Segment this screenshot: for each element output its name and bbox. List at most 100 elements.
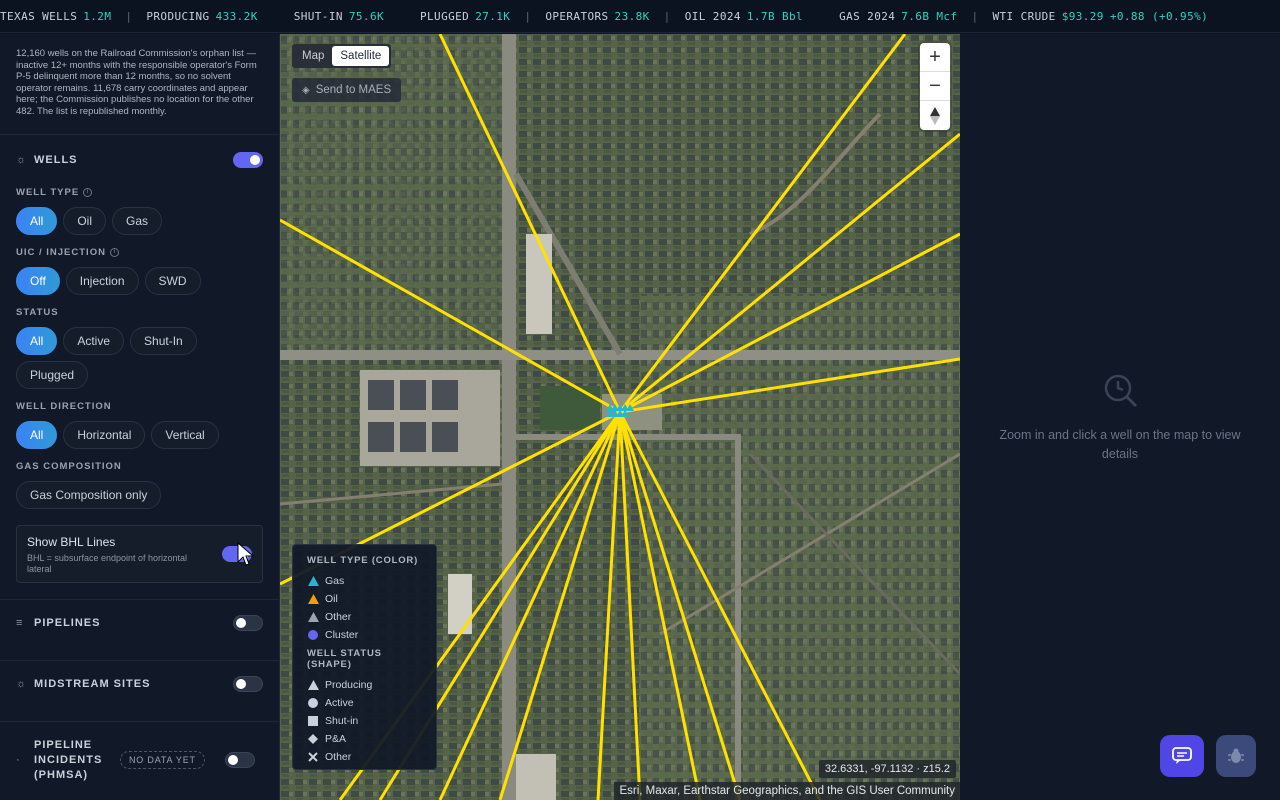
status-shut-in-button[interactable]: Shut-In — [130, 327, 197, 355]
gas-composition-only-button[interactable]: Gas Composition only — [16, 481, 162, 509]
gas-composition-options: Gas Composition only — [0, 473, 279, 509]
info-icon[interactable]: i — [83, 187, 93, 197]
status-options: All Active Shut-In Plugged — [0, 319, 279, 389]
bhl-line — [438, 411, 622, 800]
ticker-shut-in: SHUT-IN 75.6K — [293, 9, 385, 23]
wells-section-title: WELLS — [34, 154, 78, 166]
zoom-controls: + − — [920, 43, 950, 130]
gas-triangle-icon — [307, 575, 319, 587]
midstream-toggle[interactable] — [233, 676, 263, 692]
well-detail-panel: Zoom in and click a well on the map to v… — [960, 34, 1280, 800]
uic-swd-button[interactable]: SWD — [144, 267, 201, 295]
well-direction-options: All Horizontal Vertical — [0, 413, 279, 449]
toggle-knob — [250, 155, 260, 165]
chat-icon — [1172, 747, 1192, 764]
legend-item: Other — [307, 608, 422, 626]
layer-sidebar: 12,160 wells on the Railroad Commission'… — [0, 34, 280, 800]
bhl-line — [618, 34, 907, 413]
sun-icon: ☼ — [16, 678, 27, 690]
well-type-oil-button[interactable]: Oil — [63, 207, 107, 235]
ticker-producing: PRODUCING 433.2K — [146, 9, 258, 23]
zoom-in-button[interactable]: + — [920, 43, 950, 72]
map-attribution: Esri, Maxar, Earthstar Geographics, and … — [614, 782, 960, 800]
other-x-icon — [307, 751, 319, 763]
oil-triangle-icon — [307, 593, 319, 605]
info-icon[interactable]: i — [109, 247, 119, 257]
clock-search-icon — [1104, 374, 1138, 408]
ticker-gas-2024: GAS 2024 7.6B Mcf — [839, 9, 958, 23]
legend-item: Oil — [307, 590, 422, 608]
legend-item: P&A — [307, 730, 422, 748]
status-active-button[interactable]: Active — [63, 327, 125, 355]
map-view[interactable]: Map Satellite ◈ Send to MAES + − WELL TY… — [280, 34, 960, 800]
ticker-separator: | — [971, 9, 979, 23]
well-direction-label: WELL DIRECTION — [16, 400, 112, 412]
bhl-line — [438, 34, 622, 413]
wells-section-header[interactable]: ☼ WELLS — [0, 135, 279, 185]
active-circle-icon — [307, 697, 319, 709]
basemap-toggle: Map Satellite — [292, 44, 392, 68]
gas-composition-label: GAS COMPOSITION — [16, 460, 122, 472]
status-plugged-button[interactable]: Plugged — [16, 361, 89, 389]
legend-item: Gas — [307, 572, 422, 590]
uic-off-button[interactable]: Off — [16, 267, 60, 295]
map-coordinates: 32.6331, -97.1132 · z15.2 — [818, 760, 956, 778]
compass-icon — [930, 106, 940, 125]
legend-item: Cluster — [307, 626, 422, 644]
empty-state-message: Zoom in and click a well on the map to v… — [999, 428, 1241, 461]
incidents-section-header[interactable]: · PIPELINE INCIDENTS (PHMSA) NO DATA YET — [0, 722, 279, 798]
bhl-line — [280, 218, 621, 414]
status-all-button[interactable]: All — [16, 327, 58, 355]
ticker-texas-wells: TEXAS WELLS 1.2M — [0, 9, 112, 23]
chat-button[interactable] — [1160, 735, 1204, 777]
layers-icon: ◈ — [302, 84, 310, 96]
satellite-mode-button[interactable]: Satellite — [332, 46, 390, 66]
sun-icon: ☼ — [16, 154, 27, 166]
ticker-plugged: PLUGGED 27.1K — [420, 9, 511, 23]
orphan-wells-description: 12,160 wells on the Railroad Commission'… — [16, 48, 257, 117]
ticker-operators: OPERATORS 23.8K — [545, 9, 650, 23]
no-data-badge: NO DATA YET — [120, 751, 205, 769]
direction-horizontal-button[interactable]: Horizontal — [63, 421, 146, 449]
pipelines-section-header[interactable]: ≡ PIPELINES — [0, 600, 279, 646]
direction-all-button[interactable]: All — [16, 421, 58, 449]
uic-injection-button[interactable]: Injection — [65, 267, 139, 295]
legend-item: Other — [307, 748, 422, 766]
bhl-line — [618, 411, 702, 800]
legend-status-title: WELL STATUS (SHAPE) — [307, 648, 382, 670]
well-type-all-button[interactable]: All — [16, 207, 58, 235]
other-triangle-icon — [307, 611, 319, 623]
lines-icon: ≡ — [16, 617, 23, 629]
uic-injection-label: UIC / INJECTION i — [0, 245, 279, 259]
bhl-lines-card: Show BHL Lines BHL = subsurface endpoint… — [16, 525, 263, 583]
incidents-toggle[interactable] — [224, 752, 255, 768]
wells-toggle[interactable] — [233, 152, 263, 168]
midstream-section-title: MIDSTREAM SITES — [34, 678, 151, 690]
legend-item: Producing — [307, 676, 422, 694]
direction-vertical-button[interactable]: Vertical — [151, 421, 219, 449]
ticker-wti-crude: WTI CRUDE $93.29 +0.88 (+0.95%) — [992, 9, 1209, 23]
zoom-out-button[interactable]: − — [920, 72, 950, 101]
toggle-knob — [236, 618, 246, 628]
send-to-maes-label: Send to MAES — [315, 84, 392, 96]
well-type-label: WELL TYPE i — [0, 185, 279, 199]
map-mode-button[interactable]: Map — [294, 46, 332, 66]
pipelines-toggle[interactable] — [233, 615, 263, 631]
well-type-gas-button[interactable]: Gas — [112, 207, 163, 235]
legend-type-title: WELL TYPE (COLOR) — [307, 555, 419, 566]
well-type-options: All Oil Gas — [0, 199, 279, 235]
uic-options: Off Injection SWD — [0, 259, 279, 295]
bug-report-button[interactable] — [1216, 735, 1256, 777]
bhl-line — [619, 132, 960, 414]
producing-triangle-icon — [307, 679, 319, 691]
legend-item: Shut-in — [307, 712, 422, 730]
pa-diamond-icon — [307, 733, 319, 745]
reset-bearing-button[interactable] — [920, 101, 950, 130]
status-label: STATUS — [16, 306, 59, 318]
cluster-circle-icon — [307, 629, 319, 641]
midstream-section-header[interactable]: ☼ MIDSTREAM SITES — [0, 661, 279, 707]
ticker-separator: | — [663, 9, 671, 23]
send-to-maes-button[interactable]: ◈ Send to MAES — [292, 78, 402, 102]
stats-ticker: TEXAS WELLS 1.2M | PRODUCING 433.2K SHUT-I… — [0, 0, 1280, 33]
shut-in-square-icon — [307, 715, 319, 727]
